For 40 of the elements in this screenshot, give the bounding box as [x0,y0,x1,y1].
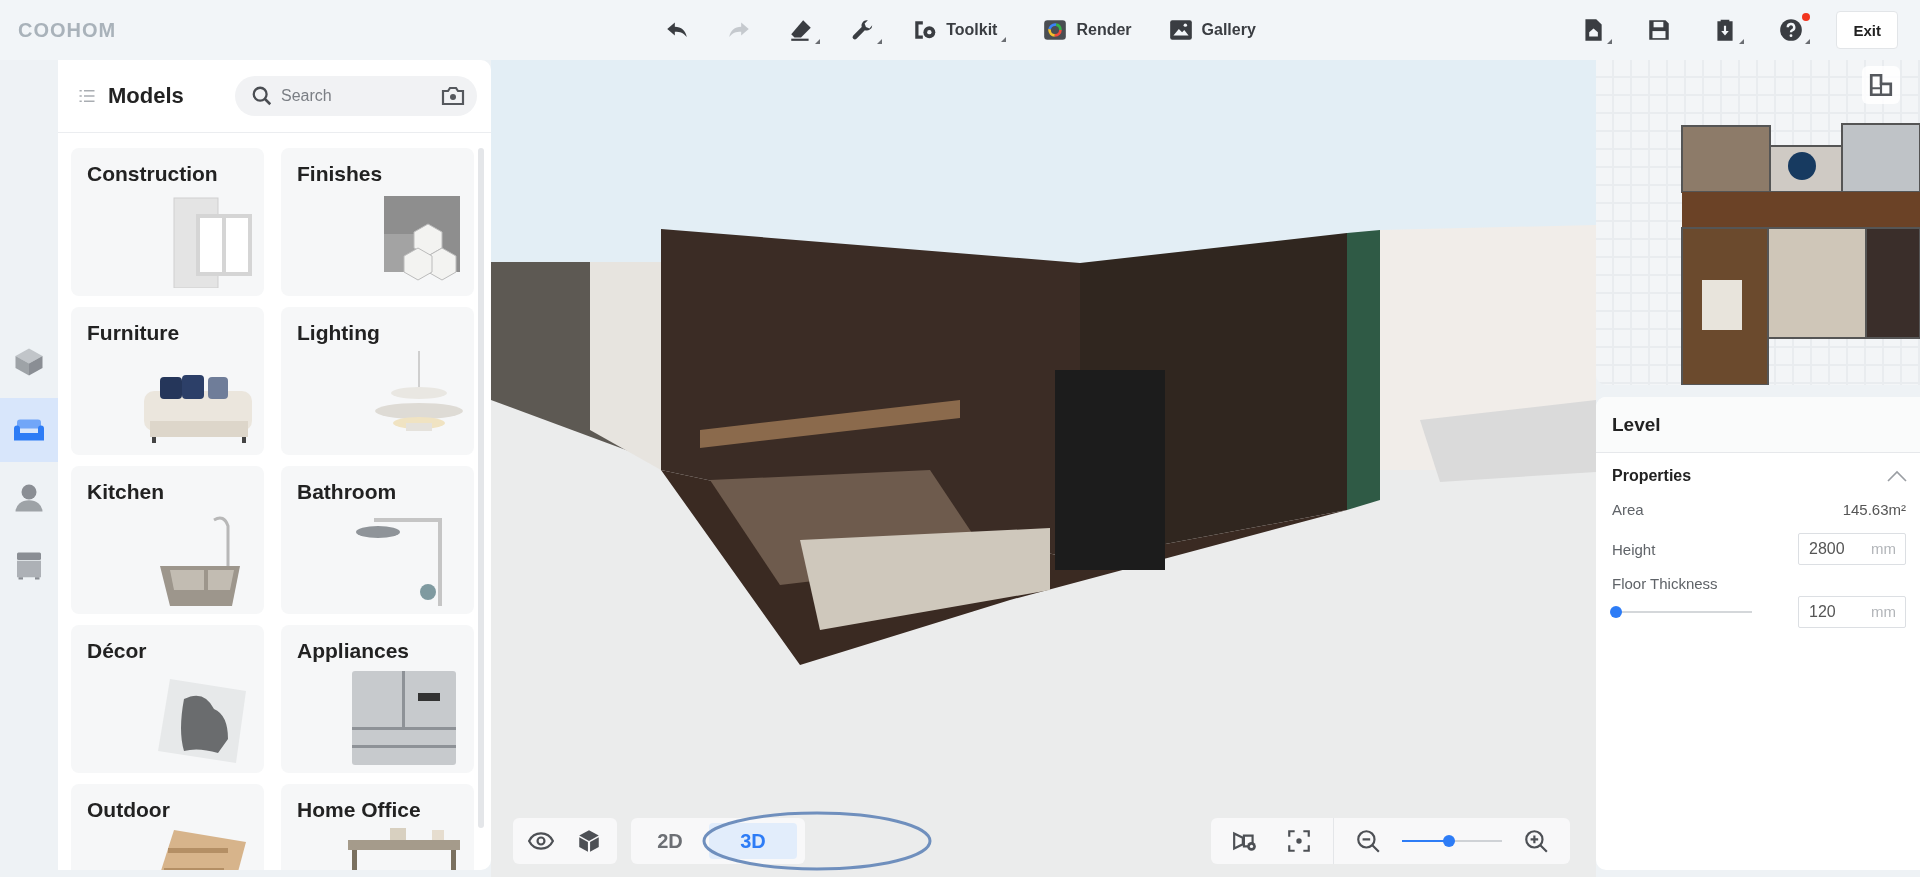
logo: COOHOM [17,18,117,42]
render-icon [1042,17,1069,43]
scrollbar[interactable] [478,148,484,828]
field-label: Height [1612,540,1656,558]
field-label: Floor Thickness [1611,574,1719,592]
thickness-slider[interactable] [1610,605,1752,619]
floor-plan-icon [1868,72,1894,98]
category-card[interactable]: Furniture [71,307,264,455]
unit-label: mm [1871,540,1896,557]
search-field[interactable]: Search [235,76,477,116]
category-card[interactable]: Bathroom [281,466,474,614]
help-icon [1778,17,1805,43]
render-button[interactable]: Render [1034,10,1140,50]
panel-title: Models [108,83,185,109]
category-card[interactable]: Construction [71,148,264,296]
category-card[interactable]: Appliances [281,625,474,773]
category-card[interactable]: Lighting [281,307,474,455]
category-card[interactable]: Décor [71,625,264,773]
slider-thumb[interactable] [1610,606,1622,618]
camera-icon [441,84,465,108]
gallery-button[interactable]: Gallery [1159,10,1264,50]
field-label: Area [1612,500,1644,518]
category-card[interactable]: Finishes [281,148,474,296]
unit-label: mm [1871,603,1896,620]
collapse-button[interactable] [1886,468,1908,484]
section-title: Properties [1612,467,1692,485]
toolkit-button[interactable]: Toolkit [904,10,1015,50]
panel-title: Level [1596,397,1920,453]
search-icon [251,85,273,107]
category-card[interactable]: Kitchen [71,466,264,614]
sidebar-tab[interactable] [0,398,58,462]
gallery-icon [1167,17,1194,43]
floor-plan-button[interactable] [1862,66,1900,104]
list-icon [78,87,96,105]
field-value: 145.63m² [1842,500,1906,518]
exit-button[interactable]: Exit [1836,11,1898,49]
category-card[interactable]: Home Office [281,784,474,870]
camera-button[interactable] [441,84,465,108]
category-card[interactable]: Outdoor [71,784,264,870]
chevron-icon [1886,468,1908,484]
